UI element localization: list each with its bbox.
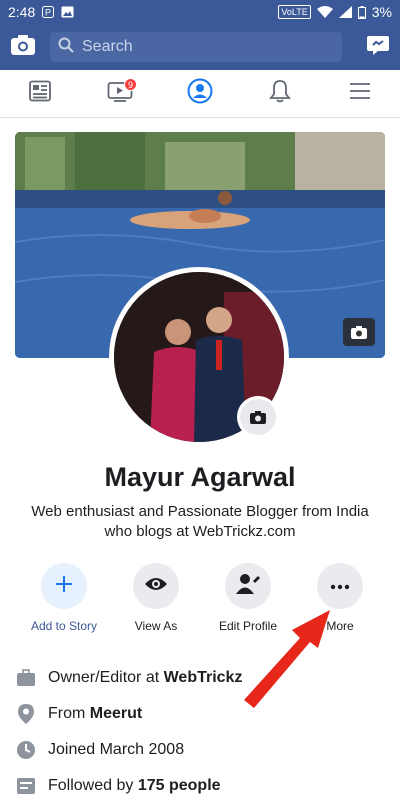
- add-to-story-circle: [41, 563, 87, 609]
- plus-icon: [54, 574, 74, 599]
- work-info-row: Owner/Editor at WebTrickz: [16, 660, 386, 696]
- status-time: 2:48: [8, 4, 36, 20]
- edit-profile-button[interactable]: Edit Profile: [202, 563, 294, 633]
- profile-name: Mayur Agarwal: [104, 462, 296, 492]
- more-circle: [317, 563, 363, 609]
- camera-icon[interactable]: [10, 34, 36, 61]
- tab-profile[interactable]: [160, 70, 240, 117]
- from-prefix: From: [48, 705, 90, 722]
- battery-level: 3%: [371, 4, 392, 20]
- change-profile-picture-camera-icon[interactable]: [237, 396, 279, 438]
- status-bar: 2:48 P VoLTE 3%: [0, 0, 400, 24]
- tab-notifications[interactable]: [240, 70, 320, 117]
- bell-icon: [269, 79, 291, 108]
- top-header: Search: [0, 24, 400, 70]
- hometown-text: From Meerut: [48, 705, 142, 723]
- followed-prefix: Followed by: [48, 777, 138, 794]
- joined-info-row: Joined March 2008: [16, 732, 386, 768]
- edit-profile-label: Edit Profile: [218, 619, 278, 633]
- main-nav: 9: [0, 70, 400, 118]
- tab-watch[interactable]: 9: [80, 70, 160, 117]
- search-icon: [58, 37, 74, 58]
- followers-text: Followed by 175 people: [48, 777, 221, 795]
- messenger-icon[interactable]: [366, 33, 390, 62]
- edit-profile-circle: [225, 563, 271, 609]
- menu-icon: [348, 81, 372, 106]
- news-feed-icon: [28, 80, 52, 107]
- profile-icon: [187, 78, 213, 109]
- more-dots-icon: [330, 577, 350, 595]
- image-notification-icon: [61, 6, 74, 18]
- joined-text: Joined March 2008: [48, 741, 185, 758]
- view-as-label: View As: [134, 619, 178, 633]
- battery-icon: [357, 5, 366, 19]
- add-to-story-label: Add to Story: [30, 619, 98, 633]
- hometown-info-row: From Meerut: [16, 696, 386, 732]
- search-input[interactable]: Search: [50, 32, 342, 62]
- change-cover-camera-icon[interactable]: [343, 318, 375, 346]
- followers-icon: [16, 776, 36, 796]
- eye-icon: [144, 576, 168, 597]
- clock-icon: [16, 740, 36, 760]
- edit-profile-icon: [236, 573, 260, 600]
- work-text: Owner/Editor at WebTrickz: [48, 669, 242, 687]
- more-button[interactable]: More: [294, 563, 386, 633]
- profile-info: Owner/Editor at WebTrickz From Meerut Jo…: [16, 660, 386, 800]
- profile-bio: Web enthusiast and Passionate Blogger fr…: [31, 503, 369, 540]
- work-prefix: Owner/Editor at: [48, 669, 164, 686]
- volte-indicator: VoLTE: [278, 5, 311, 19]
- work-company[interactable]: WebTrickz: [164, 669, 243, 686]
- more-label: More: [326, 619, 354, 633]
- tab-menu[interactable]: [320, 70, 400, 117]
- parking-notification-icon: P: [42, 6, 55, 18]
- profile-actions: Add to Story View As Edit Profile More: [18, 563, 388, 633]
- wifi-icon: [316, 6, 333, 18]
- location-pin-icon: [16, 704, 36, 724]
- search-placeholder: Search: [82, 38, 133, 55]
- add-to-story-button[interactable]: Add to Story: [18, 563, 110, 633]
- briefcase-icon: [16, 668, 36, 688]
- svg-text:P: P: [45, 8, 51, 18]
- followers-info-row: Followed by 175 people: [16, 768, 386, 800]
- tab-news-feed[interactable]: [0, 70, 80, 117]
- view-as-button[interactable]: View As: [110, 563, 202, 633]
- followers-count[interactable]: 175 people: [138, 777, 221, 794]
- signal-icon: [338, 6, 352, 18]
- notification-badge: 9: [124, 78, 137, 91]
- view-as-circle: [133, 563, 179, 609]
- from-place[interactable]: Meerut: [90, 705, 142, 722]
